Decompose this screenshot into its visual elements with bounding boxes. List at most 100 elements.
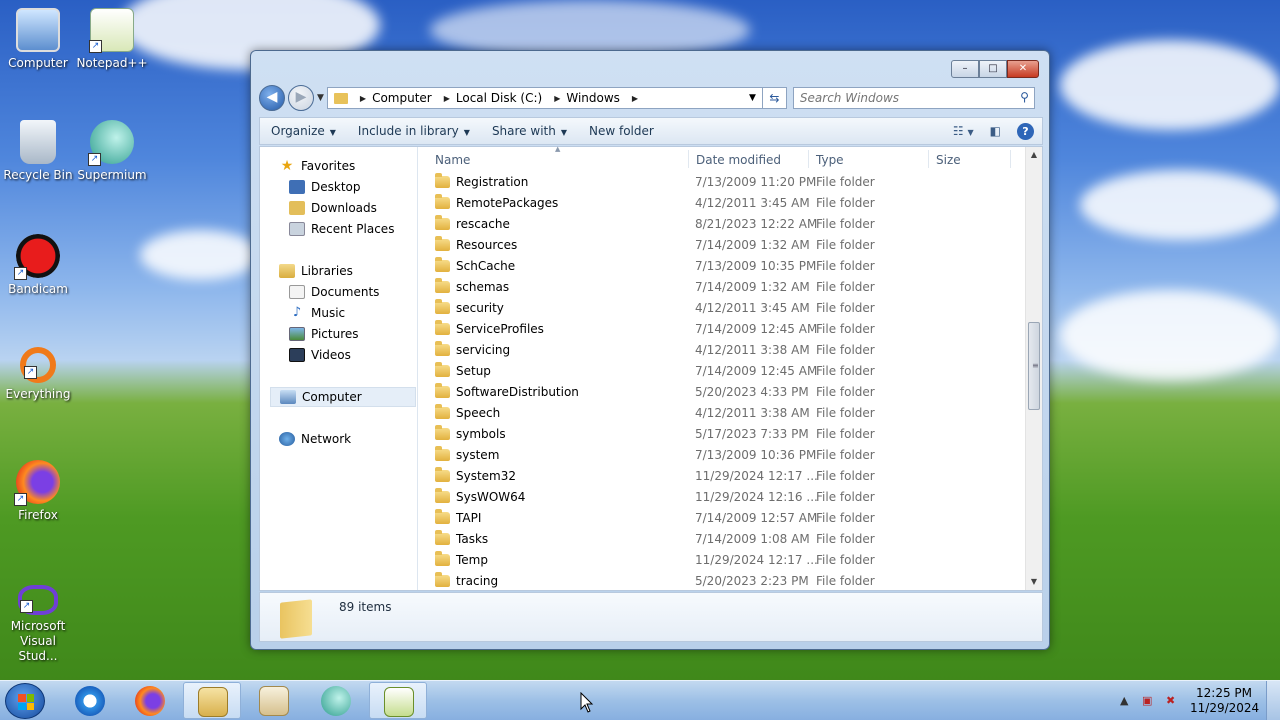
file-row[interactable]: SysWOW64 11/29/2024 12:16 ... File folder <box>435 488 1025 509</box>
nav-music[interactable]: ♪ Music <box>289 303 345 323</box>
file-row[interactable]: System32 11/29/2024 12:17 ... File folder <box>435 467 1025 488</box>
back-button[interactable]: ◀ <box>259 85 285 111</box>
forward-button[interactable]: ▶ <box>288 85 314 111</box>
nav-videos[interactable]: Videos <box>289 345 351 365</box>
scroll-up-button[interactable]: ▲ <box>1026 147 1042 163</box>
file-name: rescache <box>456 217 510 231</box>
file-row[interactable]: Resources 7/14/2009 1:32 AM File folder <box>435 236 1025 257</box>
taskbar-media-player[interactable] <box>245 682 303 719</box>
file-name: servicing <box>456 343 511 357</box>
file-row[interactable]: tracing 5/20/2023 2:23 PM File folder <box>435 572 1025 593</box>
help-icon[interactable]: ? <box>1017 122 1034 140</box>
system-clock[interactable]: 12:25 PM 11/29/2024 <box>1190 686 1259 716</box>
address-history-dropdown[interactable]: ▼ <box>749 93 756 103</box>
breadcrumb-local-disk[interactable]: Local Disk (C:) <box>456 91 542 105</box>
file-row[interactable]: ServiceProfiles 7/14/2009 12:45 AM File fo… <box>435 320 1025 341</box>
taskbar-firefox[interactable] <box>121 682 179 719</box>
nav-desktop[interactable]: Desktop <box>289 177 361 197</box>
nav-documents[interactable]: Documents <box>289 282 379 302</box>
breadcrumb-separator[interactable]: ▶ <box>360 94 366 103</box>
shortcut-arrow-icon: ↗ <box>89 40 102 53</box>
file-row[interactable]: Setup 7/14/2009 12:45 AM File folder <box>435 362 1025 383</box>
nav-downloads[interactable]: Downloads <box>289 198 377 218</box>
desktop-icon-firefox[interactable]: ↗ Firefox <box>0 460 76 523</box>
column-header-name[interactable]: Name <box>435 153 470 167</box>
file-row[interactable]: SchCache 7/13/2009 10:35 PM File folder <box>435 257 1025 278</box>
file-row[interactable]: system 7/13/2009 10:36 PM File folder <box>435 446 1025 467</box>
folder-icon <box>435 572 450 587</box>
desktop-icon-recycle-bin[interactable]: Recycle Bin <box>0 120 76 183</box>
file-row[interactable]: symbols 5/17/2023 7:33 PM File folder <box>435 425 1025 446</box>
include-in-library-menu[interactable]: Include in library ▼ <box>347 124 481 138</box>
nav-favorites[interactable]: ★ Favorites <box>279 156 356 176</box>
file-row[interactable]: schemas 7/14/2009 1:32 AM File folder <box>435 278 1025 299</box>
file-row[interactable]: SoftwareDistribution 5/20/2023 4:33 PM Fil… <box>435 383 1025 404</box>
show-hidden-icons-icon[interactable]: ▲ <box>1120 694 1128 707</box>
file-row[interactable]: Speech 4/12/2011 3:38 AM File folder <box>435 404 1025 425</box>
breadcrumb-separator[interactable]: ▶ <box>554 94 560 103</box>
column-divider[interactable] <box>928 150 929 168</box>
file-row[interactable]: rescache 8/21/2023 12:22 AM File folder <box>435 215 1025 236</box>
recent-pages-dropdown[interactable]: ▼ <box>317 93 324 103</box>
cloud <box>1060 40 1280 130</box>
nav-network[interactable]: Network <box>279 429 351 449</box>
vertical-scrollbar[interactable]: ▲ ≡ ▼ <box>1025 147 1042 590</box>
scroll-down-button[interactable]: ▼ <box>1026 574 1042 590</box>
taskbar-windows-explorer[interactable] <box>183 682 241 719</box>
column-divider[interactable] <box>808 150 809 168</box>
nav-recent-places[interactable]: Recent Places <box>289 219 394 239</box>
breadcrumb-separator[interactable]: ▶ <box>632 94 638 103</box>
search-input[interactable] <box>793 88 994 108</box>
network-status-icon[interactable]: ▣ <box>1142 694 1152 707</box>
taskbar-supermium[interactable] <box>307 682 365 719</box>
file-row[interactable]: Temp 11/29/2024 12:17 ... File folder <box>435 551 1025 572</box>
search-box[interactable]: ⚲ <box>792 87 1035 109</box>
start-button[interactable] <box>5 683 45 719</box>
chevron-down-icon: ▼ <box>463 128 470 137</box>
file-row[interactable]: RemotePackages 4/12/2011 3:45 AM File fold… <box>435 194 1025 215</box>
file-row[interactable]: security 4/12/2011 3:45 AM File folder <box>435 299 1025 320</box>
maximize-button[interactable]: □ <box>979 60 1007 78</box>
breadcrumb-windows[interactable]: Windows <box>566 91 620 105</box>
desktop-icon-everything[interactable]: ↗ Everything <box>0 347 76 402</box>
file-row[interactable]: servicing 4/12/2011 3:38 AM File folder <box>435 341 1025 362</box>
column-divider[interactable] <box>1010 150 1011 168</box>
taskbar-internet-explorer[interactable] <box>61 682 119 719</box>
nav-libraries[interactable]: Libraries <box>279 261 353 281</box>
minimize-button[interactable]: – <box>951 60 979 78</box>
search-icon[interactable]: ⚲ <box>1020 90 1029 104</box>
volume-muted-icon[interactable]: ✖ <box>1166 694 1175 707</box>
preview-pane-button[interactable]: ◧ <box>990 124 1001 138</box>
change-view-button[interactable]: ☷ ▼ <box>953 124 974 138</box>
file-row[interactable]: Tasks 7/14/2009 1:08 AM File folder <box>435 530 1025 551</box>
desktop-icon-visual-studio[interactable]: ↗ Microsoft Visual Stud... <box>0 585 76 664</box>
column-header-size[interactable]: Size <box>936 153 961 167</box>
desktop-icon-bandicam[interactable]: ↗ Bandicam <box>0 234 76 297</box>
nav-pictures[interactable]: Pictures <box>289 324 359 344</box>
breadcrumb-computer[interactable]: Computer <box>372 91 432 105</box>
scrollbar-thumb[interactable]: ≡ <box>1028 322 1040 410</box>
column-header-date-modified[interactable]: Date modified <box>696 153 781 167</box>
desktop-icon-notepadpp[interactable]: ↗ Notepad++ <box>74 8 150 71</box>
folder-icon <box>435 467 450 482</box>
new-folder-button[interactable]: New folder <box>578 124 665 138</box>
share-with-menu[interactable]: Share with ▼ <box>481 124 578 138</box>
file-row[interactable]: TAPI 7/14/2009 12:57 AM File folder <box>435 509 1025 530</box>
file-date-modified: 7/14/2009 1:32 AM <box>695 238 810 252</box>
column-divider[interactable] <box>688 150 689 168</box>
close-button[interactable]: ✕ <box>1007 60 1039 78</box>
desktop-icon-supermium[interactable]: ↗ Supermium <box>74 120 150 183</box>
address-bar[interactable]: ▶ Computer ▶ Local Disk (C:) ▶ Windows ▶… <box>326 87 763 109</box>
file-name: schemas <box>456 280 510 294</box>
shortcut-arrow-icon: ↗ <box>14 267 27 280</box>
taskbar-notepadpp[interactable] <box>369 682 427 719</box>
show-desktop-button[interactable] <box>1266 681 1280 720</box>
nav-computer[interactable]: Computer <box>270 387 416 407</box>
breadcrumb-separator[interactable]: ▶ <box>444 94 450 103</box>
desktop-icon-computer[interactable]: Computer <box>0 8 76 71</box>
refresh-button[interactable]: ⇆ <box>762 87 787 109</box>
organize-menu[interactable]: Organize ▼ <box>260 124 347 138</box>
file-row[interactable]: Registration 7/13/2009 11:20 PM File folde… <box>435 173 1025 194</box>
desktop-icon-label: Microsoft Visual Stud... <box>10 619 66 663</box>
column-header-type[interactable]: Type <box>816 153 844 167</box>
